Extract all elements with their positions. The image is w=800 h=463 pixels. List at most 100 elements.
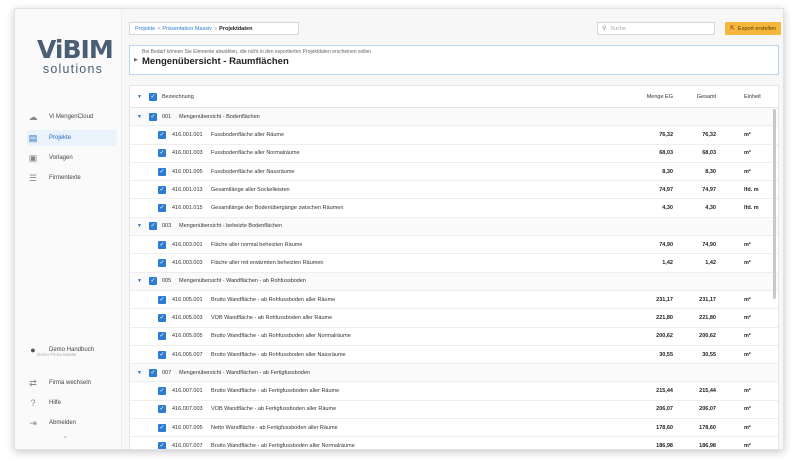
table-row[interactable]: ✓ 416.001.013 Gesamtlänge aller Sockelleis… (130, 181, 778, 200)
row-einheit: m² (744, 314, 751, 321)
scrollbar[interactable] (773, 109, 776, 299)
table-row[interactable]: ✓ 416.001.003 Fussbodenfläche aller Normal… (130, 145, 778, 163)
sidebar-item-label: Abmelden (49, 420, 77, 426)
table-row[interactable]: ✓ 416.007.003 VOB Wandfläche - ab Fertigfu… (130, 401, 778, 420)
row-description: VOB Wandfläche - ab Fertigfussboden alle… (211, 406, 337, 413)
row-checkbox[interactable]: ✓ (158, 387, 166, 396)
logo-main: ViBIM (37, 35, 114, 64)
sidebar-item-projekte[interactable]: ▤ Projekte (27, 130, 117, 146)
help-icon: ? (30, 398, 36, 408)
table-row[interactable]: ✓ 416.007.005 Netto Wandfläche - ab Fertig… (130, 419, 778, 438)
sidebar-item-label: Projekte (49, 135, 72, 141)
row-einheit: m² (744, 241, 751, 248)
row-checkbox[interactable]: ✓ (158, 240, 166, 249)
row-gesamt: 206,07 (699, 406, 716, 413)
row-checkbox[interactable]: ✓ (158, 185, 166, 194)
row-checkbox[interactable]: ✓ (149, 368, 157, 377)
chevron-down-icon[interactable]: ▼ (137, 223, 142, 229)
sidebar-item-hilfe[interactable]: ? Hilfe (27, 395, 117, 411)
row-code: 416.003.001 (172, 241, 203, 248)
row-checkbox[interactable]: ✓ (158, 130, 166, 139)
table-row[interactable]: ✓ 416.005.005 Brutto Wandfläche - ab Rohfu… (130, 328, 778, 346)
row-checkbox[interactable]: ✓ (158, 259, 166, 268)
table-row[interactable]: ✓ 416.007.007 Brutto Wandfläche - ab Ferti… (130, 437, 778, 449)
row-description: Brutto Wandfläche - ab Rohfussboden alle… (211, 333, 351, 340)
row-checkbox[interactable]: ✓ (158, 204, 166, 213)
row-gesamt: 178,60 (699, 424, 716, 431)
row-gesamt: 221,80 (699, 314, 716, 321)
group-row[interactable]: ▼ ✓ 003 Mengenübersicht - beheizte Bodenflä… (130, 217, 778, 237)
table-row[interactable]: ✓ 416.003.001 Fläche aller normal beheizte… (130, 236, 778, 255)
row-gesamt: 74,97 (702, 186, 716, 193)
row-description: Fläche aller mit erwärmten beheizten Räu… (211, 260, 324, 267)
column-header-einheit[interactable]: Einheit (744, 94, 761, 100)
table-row[interactable]: ✓ 416.001.001 Fussbodenfläche aller Räume 7… (130, 126, 778, 145)
column-header-bezeichnung[interactable]: Bezeichnung (162, 94, 194, 100)
row-checkbox[interactable]: ✓ (158, 423, 166, 432)
row-code: 416.001.001 (172, 131, 203, 138)
row-checkbox[interactable]: ✓ (158, 350, 166, 359)
chevron-down-icon[interactable]: ▼ (137, 94, 142, 100)
export-button[interactable]: ⇱ Export erstellen (725, 22, 781, 35)
group-row[interactable]: ▼ ✓ 007 Mengenübersicht - Wandflächen - ab … (130, 364, 778, 383)
table-row[interactable]: ✓ 416.001.015 Gesamtlänge der Bodenübergän… (130, 199, 778, 218)
row-checkbox[interactable]: ✓ (158, 149, 166, 158)
column-header-gesamt[interactable]: Gesamt (697, 94, 716, 100)
sidebar-item-label: Firmentexte (49, 175, 81, 181)
row-checkbox[interactable]: ✓ (158, 332, 166, 341)
row-checkbox[interactable]: ✓ (158, 313, 166, 322)
topbar: Projekte > Präsentation Massiv > Projekt… (129, 22, 783, 35)
select-all-checkbox[interactable]: ✓ (149, 92, 157, 101)
sidebar-item-firma-wechseln[interactable]: ⇄ Firma wechseln (27, 375, 117, 391)
row-checkbox[interactable]: ✓ (158, 441, 166, 449)
row-einheit: m² (744, 168, 751, 175)
sidebar-item-label: Hilfe (49, 400, 62, 406)
sidebar-item-vorlagen[interactable]: ▣ Vorlagen (27, 150, 117, 166)
info-panel: ▶ Bei Bedarf können Sie Elemente abwähle… (129, 45, 779, 75)
group-row[interactable]: ▼ ✓ 001 Mengenübersicht - Bodenflächen (130, 108, 778, 127)
row-checkbox[interactable]: ✓ (158, 405, 166, 414)
row-checkbox[interactable]: ✓ (158, 167, 166, 176)
data-table: ▼ ✓ Bezeichnung Menge EG Gesamt Einheit … (129, 85, 779, 449)
row-menge: 186,98 (656, 442, 673, 449)
row-menge: 206,07 (656, 406, 673, 413)
chevron-right-icon[interactable]: ▶ (134, 57, 138, 63)
row-checkbox[interactable]: ✓ (158, 295, 166, 304)
table-row[interactable]: ✓ 416.005.001 Brutto Wandfläche - ab Rohfu… (130, 291, 778, 310)
table-body: ▼ ✓ 001 Mengenübersicht - Bodenflächen ✓ 416.… (130, 108, 778, 449)
table-row[interactable]: ✓ 416.001.005 Fussbodenfläche aller Nassrä… (130, 163, 778, 182)
breadcrumb-projekte[interactable]: Projekte (135, 26, 155, 32)
table-header: ▼ ✓ Bezeichnung Menge EG Gesamt Einheit (130, 86, 778, 108)
row-checkbox[interactable]: ✓ (149, 222, 157, 231)
search-placeholder: Suche (610, 25, 627, 32)
table-row[interactable]: ✓ 416.003.003 Fläche aller mit erwärmten b… (130, 254, 778, 273)
row-description: Netto Wandfläche - ab Fertigfussboden al… (211, 424, 338, 431)
row-einheit: m² (744, 424, 751, 431)
row-menge: 68,03 (659, 150, 673, 157)
breadcrumb-projekt[interactable]: Präsentation Massiv (162, 26, 212, 32)
row-checkbox[interactable]: ✓ (149, 277, 157, 286)
sidebar-item-mengencloud[interactable]: ☁ Vi MengenCloud (27, 109, 117, 125)
row-description: Mengenübersicht - beheizte Bodenflächen (179, 223, 283, 230)
column-header-menge[interactable]: Menge EG (647, 94, 673, 100)
sidebar: ViBIM solutions ☁ Vi MengenCloud ▤ Proje… (15, 9, 122, 449)
group-row[interactable]: ▼ ✓ 005 Mengenübersicht - Wandflächen - ab … (130, 272, 778, 291)
row-description: Fussbodenfläche aller Räume (211, 131, 285, 138)
row-menge: 8,30 (662, 168, 673, 175)
chevron-up-icon[interactable]: ▴ (64, 434, 67, 440)
sidebar-item-firmentexte[interactable]: ☰ Firmentexte (27, 170, 117, 186)
chevron-down-icon[interactable]: ▼ (137, 370, 142, 376)
page-title: Mengenübersicht - Raumflächen (142, 56, 289, 67)
row-menge: 4,30 (662, 205, 673, 212)
chevron-down-icon[interactable]: ▼ (137, 114, 142, 120)
row-checkbox[interactable]: ✓ (149, 112, 157, 121)
sidebar-item-abmelden[interactable]: ⇥ Abmelden (27, 415, 117, 431)
breadcrumb: Projekte > Präsentation Massiv > Projekt… (129, 22, 299, 35)
table-row[interactable]: ✓ 416.005.007 Brutto Wandfläche - ab Rohfu… (130, 346, 778, 365)
table-row[interactable]: ✓ 416.007.001 Brutto Wandfläche - ab Ferti… (130, 382, 778, 401)
row-menge: 76,32 (659, 131, 673, 138)
table-row[interactable]: ✓ 416.005.003 VOB Wandfläche - ab Rohfussb… (130, 309, 778, 328)
sidebar-item-label: Vi MengenCloud (49, 114, 94, 120)
chevron-down-icon[interactable]: ▼ (137, 278, 142, 284)
search-input[interactable]: ⚲ Suche (597, 22, 715, 35)
